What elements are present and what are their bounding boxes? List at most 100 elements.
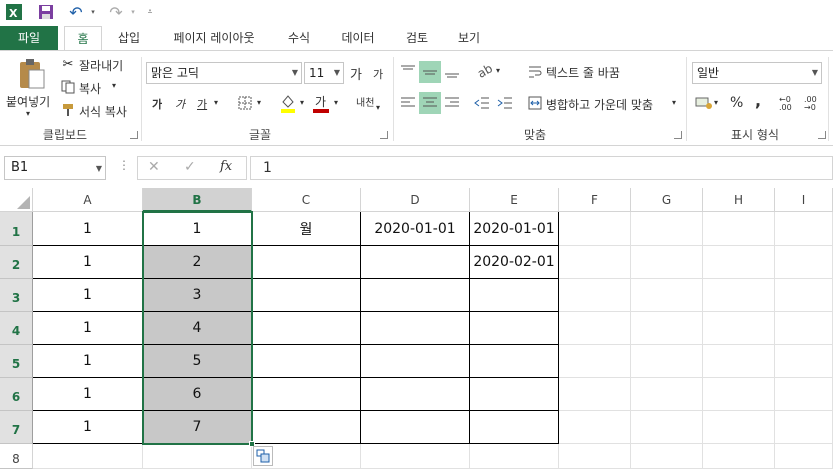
cell-b8[interactable] xyxy=(143,444,252,469)
copy-button[interactable]: 복사 xyxy=(79,80,101,97)
cell-i7[interactable] xyxy=(775,411,833,444)
column-header-a[interactable]: A xyxy=(33,188,143,212)
cell-c2[interactable] xyxy=(252,246,361,279)
cell-e8[interactable] xyxy=(470,444,559,469)
comma-style-button[interactable]: , xyxy=(755,91,761,110)
column-header-d[interactable]: D xyxy=(361,188,470,212)
cell-g1[interactable] xyxy=(631,212,703,246)
cell-e4[interactable] xyxy=(470,312,559,345)
underline-button[interactable]: 가 xyxy=(197,96,207,112)
cell-d2[interactable] xyxy=(361,246,470,279)
align-bottom-icon[interactable] xyxy=(442,61,462,81)
cell-f1[interactable] xyxy=(559,212,631,246)
accounting-dropdown-icon[interactable]: ▾ xyxy=(714,98,718,107)
cell-h2[interactable] xyxy=(703,246,775,279)
column-header-b[interactable]: B xyxy=(143,188,252,212)
accounting-format-icon[interactable] xyxy=(694,94,714,112)
cell-c6[interactable] xyxy=(252,378,361,411)
cell-f4[interactable] xyxy=(559,312,631,345)
column-header-g[interactable]: G xyxy=(631,188,703,212)
cell-f2[interactable] xyxy=(559,246,631,279)
redo-dropdown-icon[interactable]: ▾ xyxy=(128,3,138,21)
column-header-h[interactable]: H xyxy=(703,188,775,212)
number-format-select[interactable]: 일반 ▼ xyxy=(692,62,822,84)
cell-i8[interactable] xyxy=(775,444,833,469)
undo-dropdown-icon[interactable]: ▾ xyxy=(88,3,98,21)
formula-input[interactable]: 1 xyxy=(250,156,833,180)
cell-g2[interactable] xyxy=(631,246,703,279)
column-header-c[interactable]: C xyxy=(252,188,361,212)
merge-dropdown-icon[interactable]: ▾ xyxy=(672,98,676,107)
tab-view[interactable]: 보기 xyxy=(448,26,490,50)
alignment-launcher-icon[interactable] xyxy=(674,131,682,139)
orientation-dropdown-icon[interactable]: ▾ xyxy=(496,66,500,75)
phonetic-dropdown-icon[interactable]: ▾ xyxy=(376,103,380,112)
cell-a6[interactable]: 1 xyxy=(33,378,143,411)
cell-g5[interactable] xyxy=(631,345,703,378)
merge-center-button[interactable]: 병합하고 가운데 맞춤 xyxy=(546,96,653,113)
row-header-3[interactable]: 3 xyxy=(0,279,33,312)
fill-color-icon[interactable] xyxy=(280,93,296,113)
cell-f8[interactable] xyxy=(559,444,631,469)
italic-button[interactable]: 가 xyxy=(175,96,185,112)
column-header-i[interactable]: I xyxy=(775,188,833,212)
cell-h1[interactable] xyxy=(703,212,775,246)
cell-e1[interactable]: 2020-01-01 xyxy=(470,212,559,246)
redo-icon[interactable]: ↷ xyxy=(106,3,126,22)
cell-f6[interactable] xyxy=(559,378,631,411)
cell-a2[interactable]: 1 xyxy=(33,246,143,279)
cell-c1[interactable]: 월 xyxy=(252,212,361,246)
increase-indent-icon[interactable] xyxy=(495,93,515,113)
copy-dropdown-icon[interactable]: ▾ xyxy=(112,81,116,90)
customize-qat-icon[interactable]: ⩡ xyxy=(145,3,155,21)
cell-a1[interactable]: 1 xyxy=(33,212,143,246)
cell-d8[interactable] xyxy=(361,444,470,469)
cell-g4[interactable] xyxy=(631,312,703,345)
row-header-4[interactable]: 4 xyxy=(0,312,33,345)
cell-e2[interactable]: 2020-02-01 xyxy=(470,246,559,279)
bold-button[interactable]: 가 xyxy=(152,96,162,112)
cell-i3[interactable] xyxy=(775,279,833,312)
cell-h6[interactable] xyxy=(703,378,775,411)
align-center-icon[interactable] xyxy=(419,92,441,114)
row-header-5[interactable]: 5 xyxy=(0,345,33,378)
cell-d3[interactable] xyxy=(361,279,470,312)
font-color-dropdown-icon[interactable]: ▾ xyxy=(334,98,338,107)
select-all-corner[interactable] xyxy=(0,188,33,212)
shrink-font-button[interactable]: 가 xyxy=(373,66,383,82)
cell-d5[interactable] xyxy=(361,345,470,378)
cell-f3[interactable] xyxy=(559,279,631,312)
cell-i4[interactable] xyxy=(775,312,833,345)
align-left-icon[interactable] xyxy=(398,93,418,113)
cut-icon[interactable]: ✂ xyxy=(60,56,76,72)
tab-review[interactable]: 검토 xyxy=(396,26,438,50)
tab-file[interactable]: 파일 xyxy=(0,26,58,50)
row-header-2[interactable]: 2 xyxy=(0,246,33,279)
font-size-select[interactable]: 11 ▼ xyxy=(304,62,344,84)
increase-decimal-button[interactable]: ←0.00 xyxy=(779,96,792,112)
cell-i1[interactable] xyxy=(775,212,833,246)
cell-e6[interactable] xyxy=(470,378,559,411)
underline-dropdown-icon[interactable]: ▾ xyxy=(214,98,218,107)
phonetic-button[interactable]: 내천 xyxy=(356,94,374,109)
wrap-text-button[interactable]: 텍스트 줄 바꿈 xyxy=(546,64,620,81)
cell-a5[interactable]: 1 xyxy=(33,345,143,378)
cell-g8[interactable] xyxy=(631,444,703,469)
cell-i6[interactable] xyxy=(775,378,833,411)
cell-e3[interactable] xyxy=(470,279,559,312)
cell-h3[interactable] xyxy=(703,279,775,312)
cell-h4[interactable] xyxy=(703,312,775,345)
cell-c4[interactable] xyxy=(252,312,361,345)
cancel-icon[interactable]: ✕ xyxy=(148,159,160,175)
cell-d6[interactable] xyxy=(361,378,470,411)
row-header-7[interactable]: 7 xyxy=(0,411,33,444)
tab-page-layout[interactable]: 페이지 레이아웃 xyxy=(160,26,268,50)
paste-button-label[interactable]: 붙여넣기 xyxy=(6,93,50,110)
merge-center-icon[interactable] xyxy=(527,94,543,112)
column-header-e[interactable]: E xyxy=(470,188,559,212)
cell-e7[interactable] xyxy=(470,411,559,444)
name-box[interactable]: B1 ▼ xyxy=(4,156,106,180)
copy-icon[interactable] xyxy=(60,79,76,95)
wrap-text-icon[interactable] xyxy=(527,63,543,81)
tab-insert[interactable]: 삽입 xyxy=(108,26,150,50)
